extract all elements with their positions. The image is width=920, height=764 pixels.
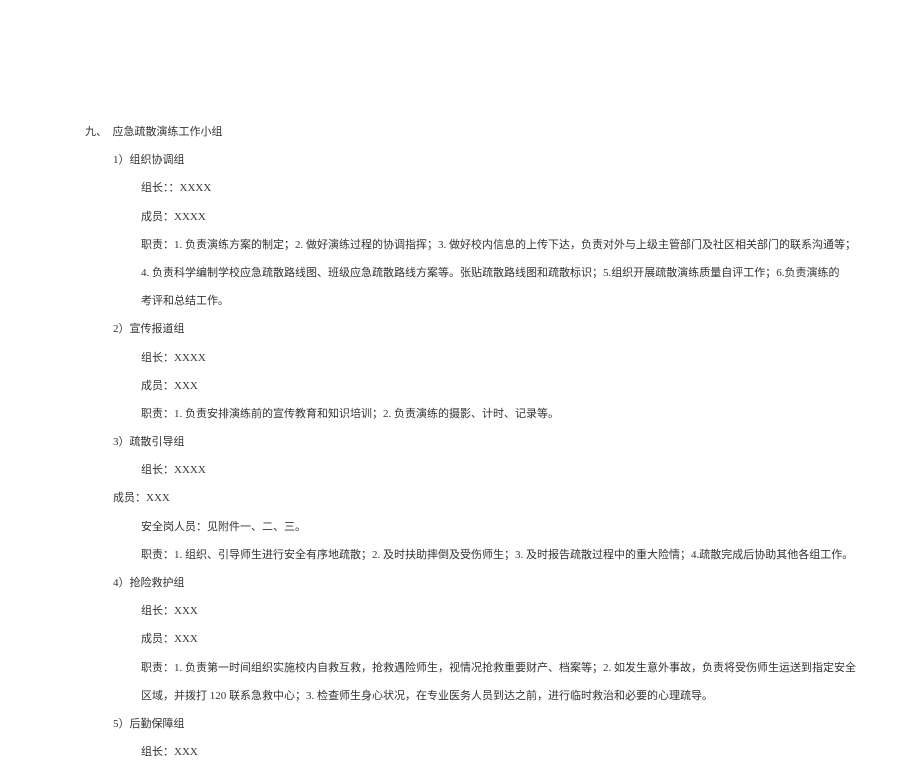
group-4-duty1: 职责：1. 负责第一时间组织实施校内自救互救，抢救遇险师生，视情况抢救重要财产、…: [85, 656, 860, 680]
group-3-duty1: 职责：1. 组织、引导师生进行安全有序地疏散；2. 及时扶助摔倒及受伤师生；3.…: [85, 543, 860, 567]
group-2-name: 2）宣传报道组: [85, 317, 860, 341]
group-1-name: 1）组织协调组: [85, 148, 860, 172]
group-4-duty2: 区域，并拨打 120 联系急救中心；3. 检查师生身心状况，在专业医务人员到达之…: [85, 684, 860, 708]
group-3-leader: 组长：XXXX: [85, 458, 860, 482]
group-5-leader: 组长：XXX: [85, 740, 860, 764]
group-3-name: 3）疏散引导组: [85, 430, 860, 454]
group-1-duty1: 职责：1. 负责演练方案的制定；2. 做好演练过程的协调指挥；3. 做好校内信息…: [85, 233, 860, 257]
group-4-members: 成员：XXX: [85, 627, 860, 651]
group-1-duty2: 4. 负责科学编制学校应急疏散路线图、班级应急疏散路线方案等。张贴疏散路线图和疏…: [85, 261, 860, 285]
group-5-name: 5）后勤保障组: [85, 712, 860, 736]
group-4-leader: 组长：XXX: [85, 599, 860, 623]
section-title: 九、 应急疏散演练工作小组: [85, 120, 860, 144]
group-1-leader: 组长：：XXXX: [85, 176, 860, 200]
group-4-name: 4）抢险救护组: [85, 571, 860, 595]
group-2-members: 成员：XXX: [85, 374, 860, 398]
group-2-leader: 组长：XXXX: [85, 346, 860, 370]
group-1-members: 成员：XXXX: [85, 205, 860, 229]
group-1-duty3: 考评和总结工作。: [85, 289, 860, 313]
group-2-duty1: 职责：1. 负责安排演练前的宣传教育和知识培训；2. 负责演练的摄影、计时、记录…: [85, 402, 860, 426]
group-3-members: 成员：XXX: [85, 486, 860, 510]
group-3-safety: 安全岗人员：见附件一、二、三。: [85, 515, 860, 539]
